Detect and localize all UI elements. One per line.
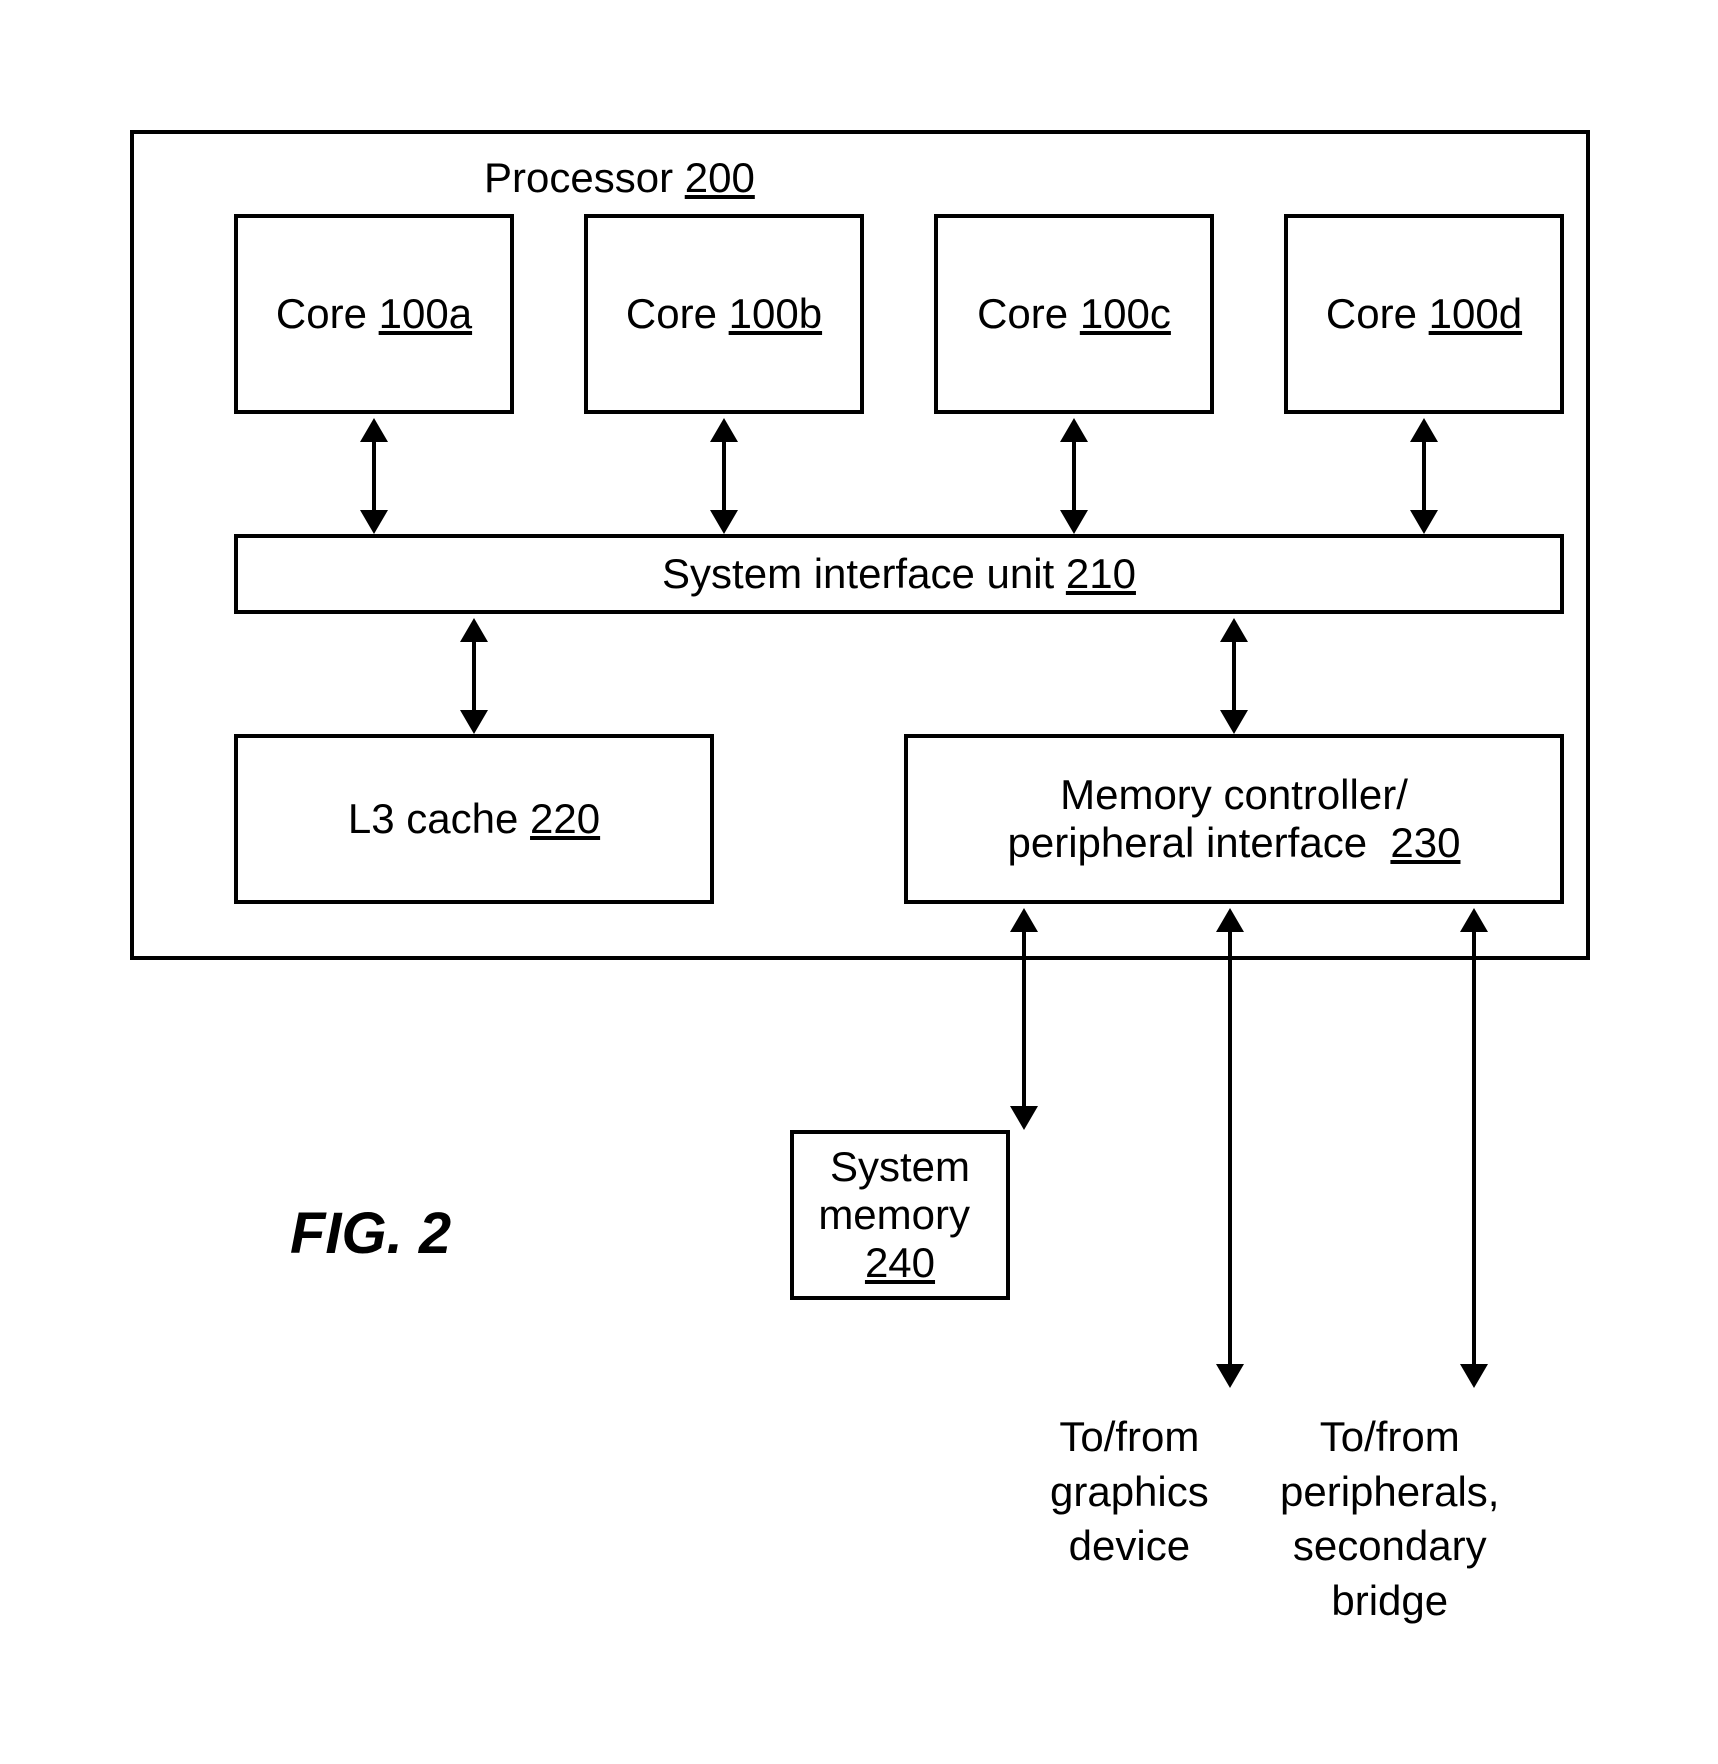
arrow-core-a-siu (360, 418, 388, 534)
memctl-line1: Memory controller/ (1060, 771, 1408, 819)
arrow-core-b-siu (710, 418, 738, 534)
core-d-box: Core 100d (1284, 214, 1564, 414)
core-b-label: Core (626, 290, 717, 338)
l3-box: L3 cache 220 (234, 734, 714, 904)
core-a-ref: 100a (379, 290, 472, 338)
arrow-siu-l3 (460, 618, 488, 734)
siu-label: System interface unit (662, 550, 1054, 598)
arrow-core-c-siu (1060, 418, 1088, 534)
arrow-siu-memctl (1220, 618, 1248, 734)
peripherals-label-text: To/from peripherals, secondary bridge (1280, 1410, 1499, 1628)
memctl-line2-container: peripheral interface 230 (1008, 819, 1461, 867)
siu-box: System interface unit 210 (234, 534, 1564, 614)
core-a-box: Core 100a (234, 214, 514, 414)
l3-label: L3 cache (348, 795, 518, 843)
processor-box: Processor 200 Core 100a Core 100b Core 1… (130, 130, 1590, 960)
memctl-ref: 230 (1390, 819, 1460, 866)
memctl-box: Memory controller/ peripheral interface … (904, 734, 1564, 904)
processor-title-ref: 200 (685, 154, 755, 201)
core-b-ref: 100b (729, 290, 822, 338)
l3-ref: 220 (530, 795, 600, 843)
peripherals-label: To/from peripherals, secondary bridge (1280, 1410, 1499, 1628)
arrow-memctl-graphics (1216, 908, 1244, 1388)
figure-label: FIG. 2 (290, 1200, 451, 1267)
sysmem-line1: System (830, 1143, 970, 1191)
siu-ref: 210 (1066, 550, 1136, 598)
core-d-ref: 100d (1429, 290, 1522, 338)
core-a-label: Core (276, 290, 367, 338)
processor-title-text: Processor (484, 154, 673, 201)
core-d-label: Core (1326, 290, 1417, 338)
memctl-line2: peripheral interface (1008, 819, 1368, 866)
processor-title: Processor 200 (484, 154, 755, 202)
sysmem-line2-container: memory 240 (794, 1191, 1006, 1287)
arrow-core-d-siu (1410, 418, 1438, 534)
arrow-memctl-peripherals (1460, 908, 1488, 1388)
core-b-box: Core 100b (584, 214, 864, 414)
graphics-label: To/from graphics device (1050, 1410, 1209, 1574)
graphics-label-text: To/from graphics device (1050, 1410, 1209, 1574)
sysmem-box: System memory 240 (790, 1130, 1010, 1300)
arrow-memctl-sysmem (1010, 908, 1038, 1130)
sysmem-line2: memory (818, 1191, 970, 1238)
core-c-label: Core (977, 290, 1068, 338)
core-c-box: Core 100c (934, 214, 1214, 414)
core-c-ref: 100c (1080, 290, 1171, 338)
sysmem-ref: 240 (865, 1239, 935, 1286)
